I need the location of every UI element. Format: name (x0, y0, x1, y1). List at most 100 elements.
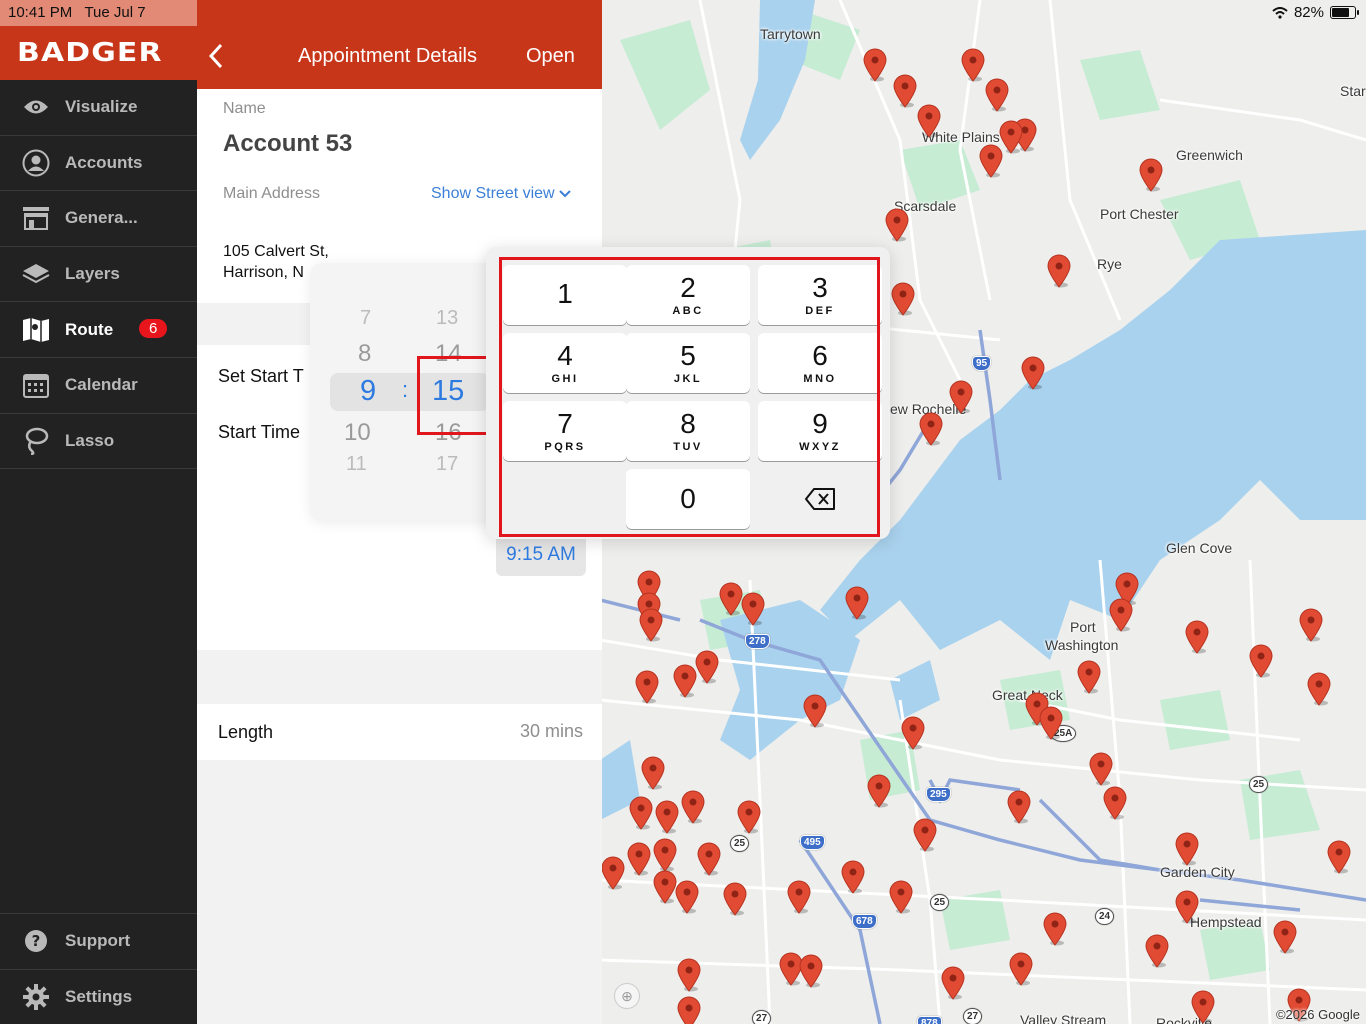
account-map-pin[interactable] (890, 282, 916, 316)
map-place-label: Hempstead (1190, 914, 1262, 930)
status-indicators: 82% (1272, 4, 1359, 21)
account-map-pin[interactable] (676, 996, 702, 1024)
sidebar-item-label: Accounts (65, 152, 143, 172)
account-map-pin[interactable] (888, 880, 914, 914)
account-map-pin[interactable] (900, 716, 926, 750)
account-map-pin[interactable] (696, 842, 722, 876)
account-map-pin[interactable] (674, 880, 700, 914)
account-map-pin[interactable] (1272, 920, 1298, 954)
account-map-pin[interactable] (940, 966, 966, 1000)
account-map-pin[interactable] (634, 670, 660, 704)
sidebar-item-route[interactable]: Route 6 (0, 302, 197, 358)
show-street-view-link[interactable]: Show Street view (431, 185, 571, 203)
account-map-pin[interactable] (918, 412, 944, 446)
address-line-2: Harrison, N (223, 264, 304, 281)
account-map-pin[interactable] (862, 48, 888, 82)
account-map-pin[interactable] (1046, 254, 1072, 288)
chevron-down-icon (559, 190, 571, 198)
account-map-pin[interactable] (628, 796, 654, 830)
account-map-pin[interactable] (1102, 786, 1128, 820)
back-chevron-icon[interactable] (205, 42, 225, 70)
set-start-time-label: Set Start T (218, 366, 304, 386)
account-map-pin[interactable] (1076, 660, 1102, 694)
route-shield: 27 (752, 1010, 772, 1024)
account-map-pin[interactable] (866, 774, 892, 808)
account-map-pin[interactable] (1020, 356, 1046, 390)
minute-option[interactable]: 17 (436, 453, 458, 476)
sidebar-item-support[interactable]: ? Support (0, 914, 197, 970)
sidebar-item-layers[interactable]: Layers (0, 247, 197, 303)
account-map-pin[interactable] (680, 790, 706, 824)
account-map-pin[interactable] (802, 694, 828, 728)
account-map-pin[interactable] (1184, 620, 1210, 654)
account-map-pin[interactable] (786, 880, 812, 914)
account-map-pin[interactable] (984, 78, 1010, 112)
account-map-pin[interactable] (916, 104, 942, 138)
account-map-pin[interactable] (1248, 644, 1274, 678)
locate-me-button[interactable]: ⊕ (614, 983, 640, 1009)
account-map-pin[interactable] (844, 586, 870, 620)
account-map-pin[interactable] (1008, 952, 1034, 986)
hour-option[interactable]: 11 (346, 453, 367, 476)
map-place-label: Star (1340, 83, 1366, 99)
time-separator: : (402, 377, 409, 402)
account-map-pin[interactable] (798, 954, 824, 988)
hour-option[interactable]: 10 (344, 419, 371, 447)
length-row[interactable]: Length 30 mins (197, 704, 602, 760)
map-icon (22, 316, 50, 344)
account-map-pin[interactable] (1108, 598, 1134, 632)
sidebar-item-label: Support (65, 931, 131, 951)
account-map-pin[interactable] (884, 208, 910, 242)
account-map-pin[interactable] (1306, 672, 1332, 706)
account-map-pin[interactable] (736, 800, 762, 834)
lasso-icon (22, 427, 50, 455)
account-map-pin[interactable] (1174, 890, 1200, 924)
route-shield: 27 (963, 1008, 983, 1024)
start-time-value-button[interactable]: 9:15 AM (496, 534, 586, 576)
minute-option[interactable]: 13 (436, 307, 458, 330)
account-map-pin[interactable] (1174, 832, 1200, 866)
map-place-label: Washington (1045, 637, 1119, 653)
interstate-shield: 678 (852, 914, 877, 929)
account-map-pin[interactable] (912, 818, 938, 852)
account-map-pin[interactable] (1006, 790, 1032, 824)
hour-selected[interactable]: 9 (360, 375, 376, 408)
account-map-pin[interactable] (1042, 912, 1068, 946)
account-map-pin[interactable] (672, 664, 698, 698)
account-map-pin[interactable] (654, 800, 680, 834)
account-map-pin[interactable] (722, 882, 748, 916)
sidebar-item-general[interactable]: Genera... (0, 191, 197, 247)
account-map-pin[interactable] (740, 592, 766, 626)
account-map-pin[interactable] (1298, 608, 1324, 642)
account-map-pin[interactable] (1088, 752, 1114, 786)
account-map-pin[interactable] (676, 958, 702, 992)
account-map-pin[interactable] (892, 74, 918, 108)
account-map-pin[interactable] (948, 380, 974, 414)
sidebar-item-label: Layers (65, 264, 120, 284)
account-map-pin[interactable] (640, 756, 666, 790)
account-map-pin[interactable] (600, 856, 626, 890)
sidebar-item-lasso[interactable]: Lasso (0, 414, 197, 470)
eye-icon (22, 93, 50, 121)
account-map-pin[interactable] (1138, 158, 1164, 192)
open-button[interactable]: Open (526, 45, 575, 68)
hour-option[interactable]: 8 (358, 340, 371, 368)
sidebar-item-accounts[interactable]: Accounts (0, 136, 197, 192)
account-map-pin[interactable] (1144, 934, 1170, 968)
hour-option[interactable]: 7 (360, 307, 371, 330)
account-map-pin[interactable] (652, 838, 678, 872)
sidebar-item-settings[interactable]: Settings (0, 970, 197, 1024)
account-map-pin[interactable] (960, 48, 986, 82)
sidebar-item-label: Genera... (65, 208, 138, 228)
sidebar-item-calendar[interactable]: Calendar (0, 358, 197, 414)
account-map-pin[interactable] (998, 120, 1024, 154)
account-map-pin[interactable] (1326, 840, 1352, 874)
account-map-pin[interactable] (1190, 990, 1216, 1024)
account-map-pin[interactable] (1038, 706, 1064, 740)
map-place-label: Glen Cove (1166, 540, 1233, 556)
account-map-pin[interactable] (626, 842, 652, 876)
panel-header: Appointment Details Open (197, 0, 602, 89)
sidebar-item-visualize[interactable]: Visualize (0, 80, 197, 136)
account-map-pin[interactable] (638, 608, 664, 642)
account-map-pin[interactable] (840, 860, 866, 894)
